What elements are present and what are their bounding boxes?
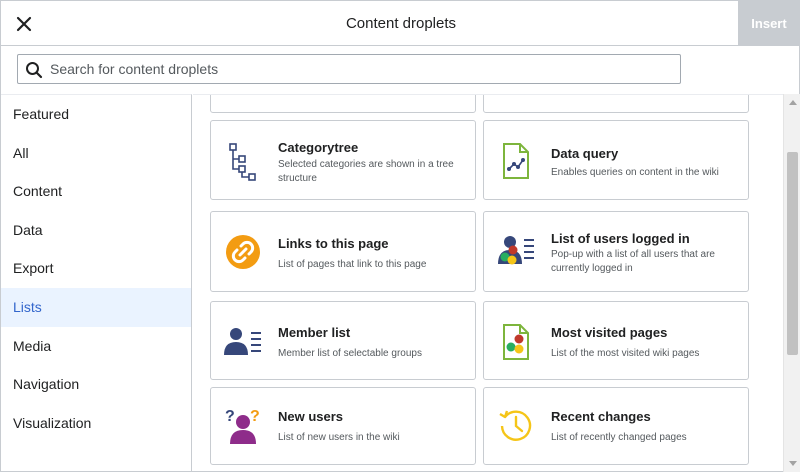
search-input[interactable] <box>50 55 670 83</box>
category-sidebar: Featured All Content Data Export Lists M… <box>1 94 192 472</box>
droplet-title: Categorytree <box>278 140 359 155</box>
content-scrollbar[interactable] <box>783 94 800 472</box>
droplet-card-partial[interactable] <box>483 95 749 113</box>
sidebar-item-visualization[interactable]: Visualization <box>1 404 191 443</box>
close-button[interactable] <box>1 1 46 46</box>
scroll-thumb[interactable] <box>787 152 798 355</box>
droplet-title: Member list <box>278 325 351 340</box>
history-clock-icon <box>496 406 536 446</box>
search-box <box>17 54 681 84</box>
users-list-icon <box>496 232 536 272</box>
droplet-card-categorytree[interactable]: Categorytree Selected categories are sho… <box>210 120 476 200</box>
new-user-icon: ? ? <box>223 406 263 446</box>
droplet-card-partial[interactable] <box>210 95 476 113</box>
droplet-card-list-of-users-logged-in[interactable]: List of users logged in Pop-up with a li… <box>483 211 749 292</box>
sidebar-item-lists[interactable]: Lists <box>1 287 191 327</box>
droplet-card-member-list[interactable]: Member list Member list of selectable gr… <box>210 301 476 380</box>
scroll-down-button[interactable] <box>784 455 800 472</box>
droplet-card-recent-changes[interactable]: Recent changes List of recently changed … <box>483 387 749 465</box>
droplet-card-new-users[interactable]: ? ? New users List of new users in the w… <box>210 387 476 465</box>
droplet-description: List of the most visited wiki pages <box>551 348 700 359</box>
chart-document-icon <box>496 141 536 181</box>
droplet-title: Recent changes <box>551 409 651 424</box>
droplet-title: Links to this page <box>278 236 389 251</box>
droplet-title: Data query <box>551 146 619 161</box>
droplet-description: List of new users in the wiki <box>278 432 400 443</box>
chevron-down-icon <box>788 461 797 466</box>
link-icon <box>223 232 263 272</box>
sidebar-item-navigation[interactable]: Navigation <box>1 365 191 404</box>
droplet-description: Member list of selectable groups <box>278 348 422 359</box>
droplet-description: List of pages that link to this page <box>278 259 427 270</box>
svg-text:?: ? <box>225 408 235 425</box>
droplet-grid: Categorytree Selected categories are sho… <box>193 94 783 472</box>
tree-icon <box>223 141 263 181</box>
droplet-title: List of users logged in <box>551 231 690 246</box>
sidebar-item-content[interactable]: Content <box>1 172 191 211</box>
member-list-icon <box>223 322 263 362</box>
droplet-title: Most visited pages <box>551 325 668 340</box>
sidebar-item-data[interactable]: Data <box>1 211 191 250</box>
svg-text:?: ? <box>250 408 260 425</box>
chevron-up-icon <box>788 100 797 105</box>
droplet-description: List of recently changed pages <box>551 432 687 443</box>
sidebar-item-all[interactable]: All <box>1 134 191 173</box>
insert-button[interactable]: Insert <box>738 1 800 45</box>
droplet-card-links-to-this-page[interactable]: Links to this page List of pages that li… <box>210 211 476 292</box>
sidebar-item-media[interactable]: Media <box>1 327 191 366</box>
dialog-title: Content droplets <box>345 15 457 32</box>
droplet-title: New users <box>278 409 344 424</box>
close-icon <box>16 16 31 31</box>
droplet-description: Pop-up with a list of all users that are… <box>551 249 715 274</box>
content-droplets-dialog: Content droplets Insert Featured All Con… <box>0 0 800 472</box>
ranked-document-icon <box>496 322 536 362</box>
droplet-description: Enables queries on content in the wiki <box>551 167 719 178</box>
droplet-description: Selected categories are shown in a tree … <box>278 159 454 184</box>
droplet-card-data-query[interactable]: Data query Enables queries on content in… <box>483 120 749 200</box>
droplet-card-most-visited-pages[interactable]: Most visited pages List of the most visi… <box>483 301 749 380</box>
dialog-header: Content droplets Insert <box>1 1 800 46</box>
sidebar-item-featured[interactable]: Featured <box>1 95 191 134</box>
search-icon <box>26 62 43 79</box>
sidebar-item-export[interactable]: Export <box>1 249 191 288</box>
scroll-up-button[interactable] <box>784 94 800 111</box>
